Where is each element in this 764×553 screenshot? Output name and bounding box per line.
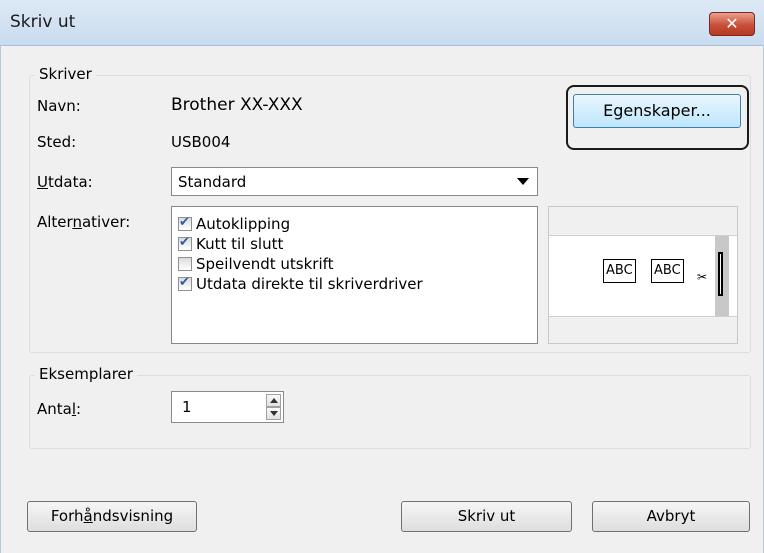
option-label: Kutt til slutt (196, 235, 284, 253)
window-title: Skriv ut (10, 12, 76, 32)
options-label: Alternativer: (37, 213, 131, 231)
cut-preview: ABC ABC ✂ (548, 206, 738, 344)
properties-button[interactable]: Egenskaper... (573, 94, 741, 128)
scissors-icon: ✂ (697, 270, 708, 284)
mirror-print-checkbox[interactable] (178, 257, 192, 271)
copies-spinner[interactable]: 1 (171, 391, 284, 423)
print-button[interactable]: Skriv ut (401, 501, 572, 532)
spin-up-button[interactable] (266, 394, 281, 407)
option-label: Utdata direkte til skriverdriver (196, 275, 423, 293)
chevron-down-icon[interactable] (517, 178, 529, 185)
close-button[interactable]: ✕ (709, 12, 755, 36)
autocut-checkbox[interactable] (178, 215, 192, 231)
name-label: Navn: (37, 97, 81, 115)
close-icon: ✕ (725, 14, 739, 33)
option-label: Autoklipping (196, 215, 291, 233)
arrow-up-icon (270, 398, 278, 403)
printer-name-value: Brother XX-XXX (171, 95, 303, 115)
printer-group-legend: Skriver (35, 65, 96, 83)
copies-group-legend: Eksemplarer (35, 365, 137, 383)
cutter-blade-icon (718, 252, 723, 296)
location-value: USB004 (171, 133, 231, 151)
copies-value[interactable]: 1 (182, 398, 192, 416)
title-bar[interactable]: Skriv ut ✕ (0, 0, 764, 46)
option-label: Speilvendt utskrift (196, 255, 334, 273)
spin-down-button[interactable] (266, 407, 281, 420)
arrow-down-icon (270, 411, 278, 416)
preview-label-2: ABC (651, 259, 684, 283)
cut-at-end-checkbox[interactable] (178, 235, 192, 251)
output-combobox-value: Standard (178, 173, 247, 191)
direct-output-checkbox[interactable] (178, 275, 192, 291)
cancel-button[interactable]: Avbryt (592, 501, 750, 532)
options-listbox[interactable]: Autoklipping Kutt til slutt Speilvendt u… (171, 206, 538, 344)
output-label: Utdata: (37, 173, 93, 191)
print-preview-button[interactable]: Forhåndsvisning (27, 501, 197, 532)
preview-label-1: ABC (603, 259, 636, 283)
copies-group (29, 375, 751, 449)
output-combobox[interactable]: Standard (171, 167, 538, 196)
label-tape-preview: ABC ABC ✂ (549, 235, 737, 317)
count-label: Antal: (37, 400, 82, 418)
location-label: Sted: (37, 133, 77, 151)
